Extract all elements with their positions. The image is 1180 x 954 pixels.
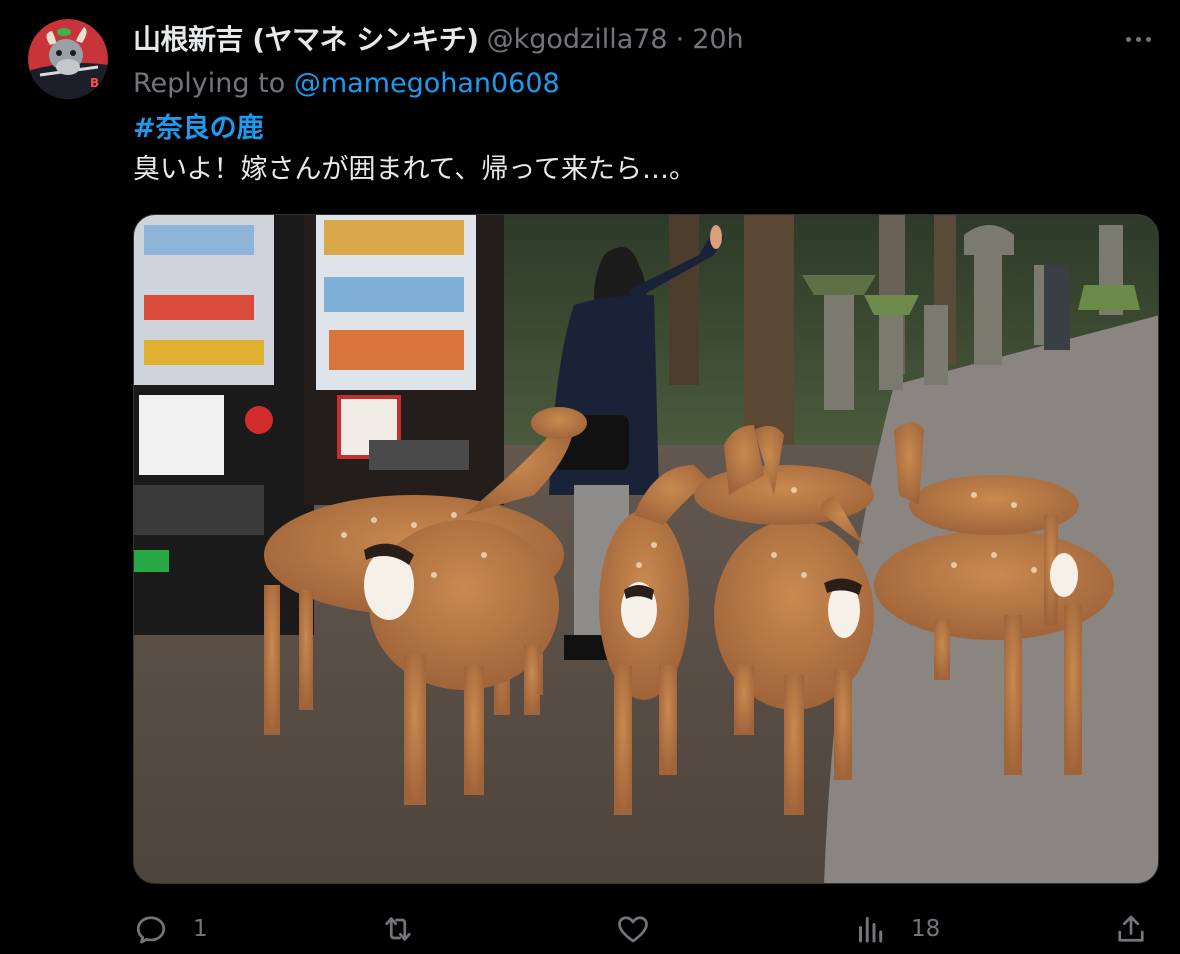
tweet-header: 山根新吉 (ヤマネ シンキチ) @kgodzilla78 · 20h [133, 20, 744, 60]
tweet-actions: 1 18 [133, 906, 1153, 952]
views-count: 18 [911, 916, 941, 942]
avatar-image: B [28, 19, 108, 99]
reply-count: 1 [193, 916, 208, 942]
replying-to-link[interactable]: @mamegohan0608 [294, 68, 560, 99]
tweet-card[interactable]: B 山根新吉 (ヤマネ シンキチ) @kgodzilla78 · 20h Rep… [0, 0, 1180, 954]
heart-icon [618, 916, 648, 943]
share-icon [1118, 915, 1144, 942]
share-button[interactable] [1113, 906, 1149, 952]
tweet-text: 臭いよ！嫁さんが囲まれて、帰って来たら…。 [133, 154, 696, 185]
replying-prefix: Replying to [133, 68, 294, 99]
more-button[interactable] [1118, 24, 1158, 54]
views-button[interactable]: 18 [853, 906, 940, 952]
reply-icon [136, 916, 166, 944]
separator-dot: · [675, 24, 685, 55]
replying-to: Replying to @mamegohan0608 [133, 64, 560, 104]
retweet-button[interactable] [379, 906, 441, 952]
reply-button[interactable]: 1 [133, 906, 208, 952]
timestamp[interactable]: 20h [692, 20, 743, 60]
avatar[interactable]: B [28, 19, 108, 99]
like-button[interactable] [615, 906, 675, 952]
more-icon [1125, 36, 1131, 42]
tweet-media[interactable] [133, 214, 1159, 884]
deer-photo [134, 215, 1158, 883]
retweet-icon [385, 917, 411, 941]
user-handle[interactable]: @kgodzilla78 [487, 20, 668, 60]
hashtag-link[interactable]: #奈良の鹿 [133, 108, 264, 150]
svg-text:B: B [90, 76, 99, 90]
views-icon [859, 917, 883, 943]
display-name[interactable]: 山根新吉 (ヤマネ シンキチ) [133, 20, 479, 60]
